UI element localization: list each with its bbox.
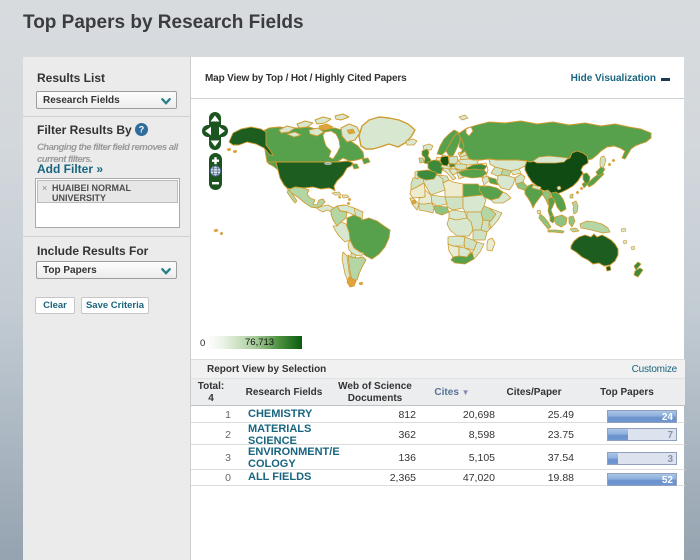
svg-text:?: ?: [139, 125, 145, 135]
